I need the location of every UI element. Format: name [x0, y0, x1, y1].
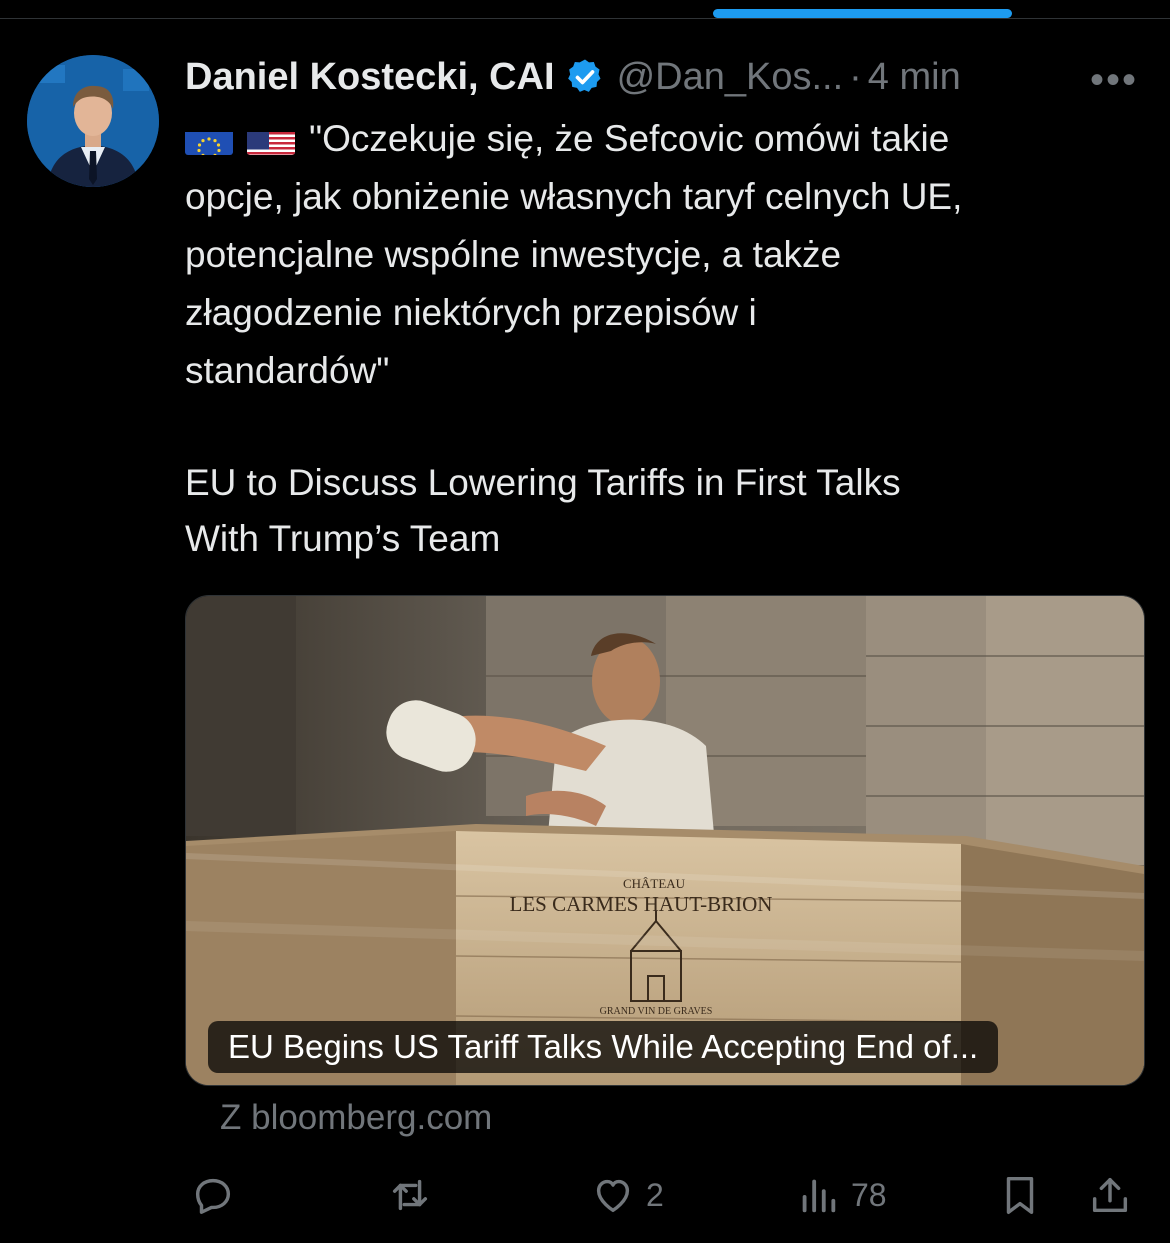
like-icon [596, 1179, 630, 1213]
share-icon [1092, 1177, 1128, 1213]
views-count: 78 [851, 1176, 887, 1213]
link-headline[interactable]: EU to Discuss Lowering Tariffs in First … [185, 455, 1145, 567]
author-name[interactable]: Daniel Kostecki, CAI [185, 56, 555, 99]
like-count: 2 [646, 1176, 664, 1213]
reply-button[interactable] [190, 1165, 246, 1225]
card-caption: EU Begins US Tariff Talks While Acceptin… [208, 1021, 999, 1073]
views-button[interactable]: 78 [795, 1165, 887, 1225]
like-button[interactable]: 2 [590, 1165, 664, 1225]
tweet-line-4: złagodzenie niektórych przepisów i [185, 292, 757, 333]
timestamp[interactable]: 4 min [868, 56, 961, 99]
eu-flag-icon [185, 123, 233, 155]
bookmark-icon [1006, 1176, 1034, 1214]
link-card[interactable]: CHÂTEAU LES CARMES HAUT-BRION GRAND VIN … [185, 595, 1145, 1086]
share-button[interactable] [1087, 1165, 1133, 1225]
views-icon [802, 1179, 836, 1213]
verified-badge-icon [567, 59, 601, 92]
author-handle[interactable]: @Dan_Kos... [617, 56, 844, 99]
card-source[interactable]: Z bloomberg.com [220, 1098, 492, 1138]
retweet-button[interactable] [387, 1165, 443, 1225]
retweet-icon [392, 1179, 428, 1211]
more-icon[interactable]: ••• [1090, 58, 1138, 103]
tweet-line-2: opcje, jak obniżenie własnych taryf celn… [185, 176, 963, 217]
reply-icon [195, 1178, 231, 1214]
bookmark-button[interactable] [997, 1165, 1043, 1225]
action-bar: 2 78 [185, 1165, 1145, 1225]
tweet-line-5: standardów" [185, 350, 390, 391]
separator-dot: · [849, 55, 862, 98]
scroll-indicator [713, 9, 1012, 18]
avatar[interactable] [27, 55, 159, 187]
card-image: CHÂTEAU LES CARMES HAUT-BRION GRAND VIN … [186, 596, 1144, 1085]
crate-text-main: LES CARMES HAUT-BRION [510, 892, 773, 916]
crate-text-bottom: GRAND VIN DE GRAVES [600, 1006, 713, 1017]
avatar-photo [27, 55, 159, 187]
tweet-header: Daniel Kostecki, CAI @Dan_Kos... · 4 min [185, 50, 961, 104]
tweet-text: "Oczekuje się, że Sefcovic omówi takie o… [185, 110, 1145, 400]
us-flag-icon [247, 123, 295, 155]
tweet-line-3: potencjalne wspólne inwestycje, a także [185, 234, 842, 275]
headline-line-1: EU to Discuss Lowering Tariffs in First … [185, 462, 901, 503]
headline-line-2: With Trump’s Team [185, 518, 501, 559]
tweet-line-1: "Oczekuje się, że Sefcovic omówi takie [309, 118, 950, 159]
